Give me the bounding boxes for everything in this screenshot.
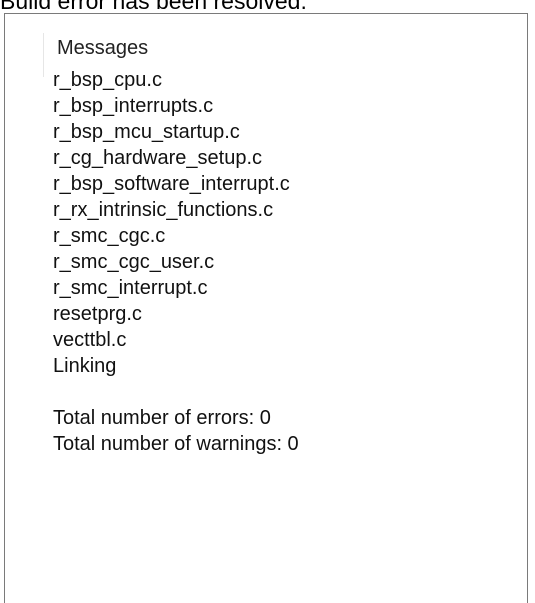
message-line: r_cg_hardware_setup.c xyxy=(53,147,263,169)
message-line: r_smc_interrupt.c xyxy=(53,277,208,299)
message-line: r_bsp_software_interrupt.c xyxy=(53,173,290,195)
summary-errors: Total number of errors: 0 xyxy=(53,407,271,429)
message-line: r_smc_cgc.c xyxy=(53,225,166,247)
summary-warnings: Total number of warnings: 0 xyxy=(53,433,299,455)
caption-text: Build error has been resolved. xyxy=(0,0,307,14)
message-line: Linking xyxy=(53,355,117,377)
message-line: r_rx_intrinsic_functions.c xyxy=(53,199,274,221)
message-line: resetprg.c xyxy=(53,303,142,325)
message-line: r_bsp_cpu.c xyxy=(53,69,162,91)
message-line: r_bsp_mcu_startup.c xyxy=(53,121,240,143)
message-line: vecttbl.c xyxy=(53,329,127,351)
messages-list: r_bsp_cpu.c r_bsp_interrupts.c r_bsp_mcu… xyxy=(53,67,299,457)
blank-line xyxy=(53,379,299,405)
message-line: r_smc_cgc_user.c xyxy=(53,251,215,273)
messages-panel[interactable]: Messages r_bsp_cpu.c r_bsp_interrupts.c … xyxy=(4,13,528,603)
message-line: r_bsp_interrupts.c xyxy=(53,95,214,117)
